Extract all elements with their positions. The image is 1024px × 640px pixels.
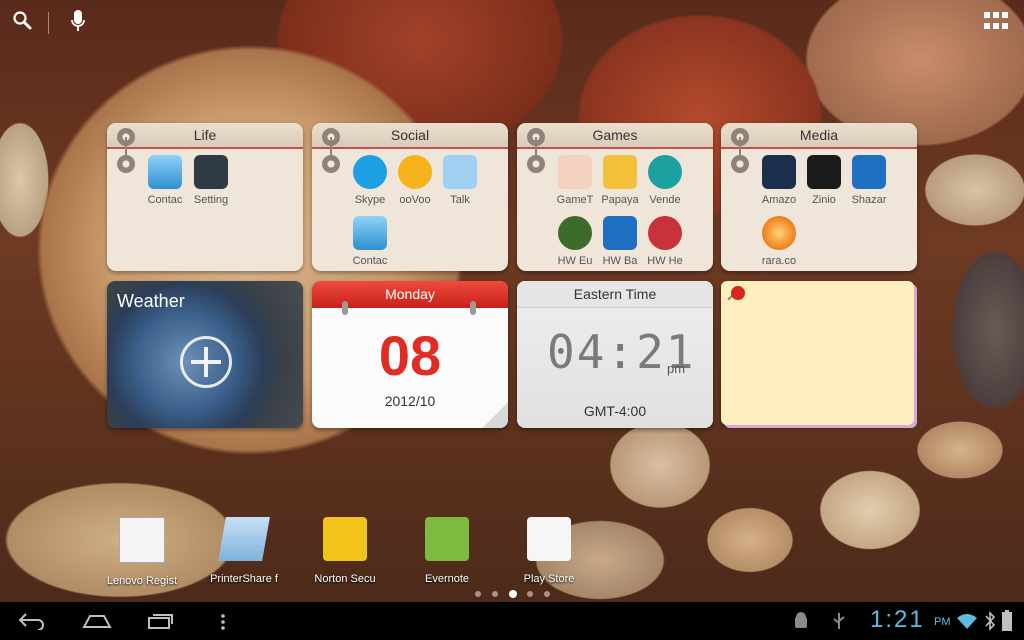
folder-title: Life <box>107 123 303 149</box>
sticky-note-widget[interactable] <box>721 281 914 425</box>
dock-label: PrinterShare f <box>210 573 278 585</box>
app-label: Talk <box>450 194 470 206</box>
dock-evernote[interactable]: Evernote <box>401 517 493 585</box>
weather-widget[interactable]: Weather <box>107 281 303 428</box>
rara-icon <box>762 216 796 250</box>
dock-label: Play Store <box>523 573 575 585</box>
talk-icon <box>443 155 477 189</box>
game-icon <box>558 155 592 189</box>
system-nav-bar: 1:21 PM <box>0 602 1024 640</box>
battery-icon <box>1002 610 1012 631</box>
dock-label: Norton Secu <box>314 573 376 585</box>
dock-label: Evernote <box>424 573 470 585</box>
status-ampm: PM <box>934 616 951 628</box>
pin-icon <box>117 155 135 173</box>
app-label: Contac <box>352 255 388 267</box>
norton-icon <box>323 517 367 561</box>
page-dot <box>492 591 498 597</box>
search-divider <box>48 12 49 34</box>
hw-game-icon <box>603 216 637 250</box>
evernote-icon <box>425 517 469 561</box>
android-debug-icon <box>795 612 807 628</box>
clock-timezone: Eastern Time <box>517 281 713 308</box>
dock-norton[interactable]: Norton Secu <box>299 517 391 585</box>
dock-lenovo-register[interactable]: Lenovo Regist <box>96 517 188 587</box>
page-dot-active <box>509 590 517 598</box>
app-rara[interactable]: rara.co <box>750 216 808 267</box>
calendar-day: 08 <box>378 324 442 387</box>
recent-apps-icon[interactable] <box>147 612 175 630</box>
skype-icon <box>353 155 387 189</box>
all-apps-icon[interactable] <box>984 12 1008 32</box>
clock-gmt: GMT-4:00 <box>583 403 647 419</box>
app-label: Setting <box>193 194 229 206</box>
folder-title: Games <box>517 123 713 149</box>
shazam-icon <box>852 155 886 189</box>
contacts-icon <box>148 155 182 189</box>
hw-game-icon <box>648 216 682 250</box>
clock-ampm: pm <box>667 361 686 376</box>
app-settings[interactable]: Setting <box>182 155 240 206</box>
dock-play-store[interactable]: Play Store <box>503 517 595 585</box>
pin-icon <box>322 155 340 173</box>
pushpin-icon <box>731 286 745 300</box>
home-icon[interactable] <box>82 614 112 628</box>
dock-printershare[interactable]: PrinterShare f <box>198 517 290 585</box>
add-city-icon[interactable] <box>180 336 232 388</box>
pin-icon <box>527 155 545 173</box>
folder-life[interactable]: Life Contac Setting <box>107 123 303 271</box>
wifi-icon <box>957 614 977 629</box>
app-shazam[interactable]: Shazar <box>840 155 898 206</box>
menu-icon[interactable] <box>220 614 226 630</box>
zinio-icon <box>807 155 841 189</box>
dock-label: Lenovo Regist <box>106 575 178 587</box>
clock-widget[interactable]: Eastern Time 04:21 pm GMT-4:00 <box>517 281 713 428</box>
app-contacts[interactable]: Contac <box>341 216 399 267</box>
contacts-icon <box>353 216 387 250</box>
pin-icon <box>731 155 749 173</box>
oovoo-icon <box>398 155 432 189</box>
settings-icon <box>194 155 228 189</box>
printershare-icon <box>218 517 270 561</box>
app-talk[interactable]: Talk <box>431 155 489 206</box>
play-store-icon <box>527 517 571 561</box>
calendar-widget[interactable]: Monday 08 2012/10 <box>312 281 508 428</box>
calendar-ring <box>470 301 476 315</box>
app-label: Shazar <box>851 194 887 206</box>
calendar-year-month: 2012/10 <box>384 393 436 409</box>
page-curl <box>482 402 508 428</box>
lenovo-register-icon <box>119 517 165 563</box>
folder-games[interactable]: Games GameT Papaya Vende HW Eu HW Ba HW … <box>517 123 713 271</box>
weather-title: Weather <box>117 291 185 311</box>
mic-icon[interactable] <box>70 9 86 33</box>
folder-media[interactable]: Media Amazo Zinio Shazar rara.co <box>721 123 917 271</box>
vende-icon <box>648 155 682 189</box>
status-time: 1:21 <box>870 606 925 633</box>
app-hw-he[interactable]: HW He <box>636 216 694 267</box>
usb-icon <box>833 613 845 629</box>
app-label: HW He <box>647 255 683 267</box>
page-indicator <box>470 589 560 599</box>
folder-title: Social <box>312 123 508 149</box>
hw-game-icon <box>558 216 592 250</box>
folder-social[interactable]: Social Skype ooVoo Talk Contac <box>312 123 508 271</box>
page-dot <box>527 591 533 597</box>
bluetooth-icon <box>985 611 996 631</box>
kindle-icon <box>762 155 796 189</box>
app-label: Vende <box>649 194 681 206</box>
back-icon[interactable] <box>18 612 46 630</box>
search-icon[interactable] <box>12 10 32 30</box>
app-label: rara.co <box>761 255 797 267</box>
app-vende[interactable]: Vende <box>636 155 694 206</box>
page-dot <box>544 591 550 597</box>
calendar-ring <box>342 301 348 315</box>
papaya-icon <box>603 155 637 189</box>
page-dot <box>475 591 481 597</box>
folder-title: Media <box>721 123 917 149</box>
